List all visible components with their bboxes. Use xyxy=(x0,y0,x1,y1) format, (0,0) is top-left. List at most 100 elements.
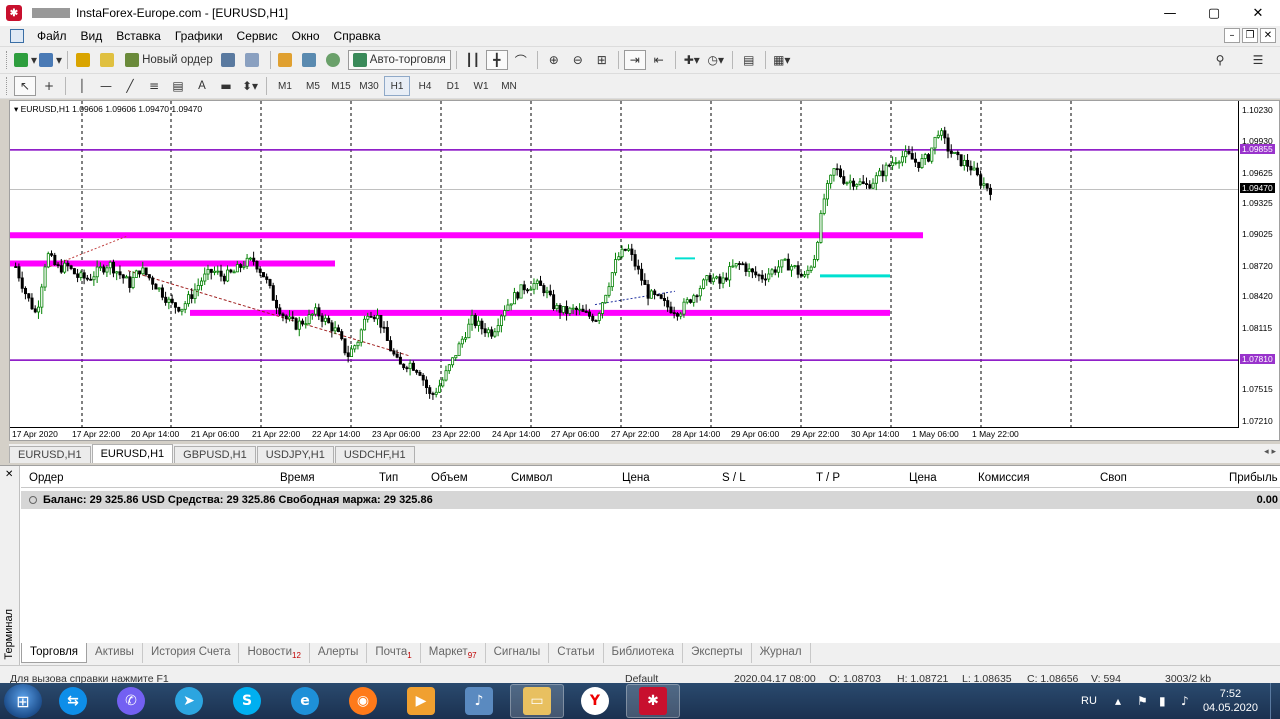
metaeditor-icon[interactable] xyxy=(276,50,298,70)
line-chart-icon[interactable]: ⌒ xyxy=(510,50,532,70)
chart-tab[interactable]: USDCHF,H1 xyxy=(334,446,415,463)
col-price-current[interactable]: Цена xyxy=(909,472,937,484)
balance-row[interactable]: Баланс: 29 325.86 USD Средства: 29 325.8… xyxy=(21,491,1280,509)
tray-expand-icon[interactable]: ▴ xyxy=(1115,694,1129,708)
volume-icon[interactable]: ♪ xyxy=(1181,694,1195,708)
close-button[interactable]: ✕ xyxy=(1236,0,1280,26)
periods-icon[interactable]: ◷▾ xyxy=(705,50,727,70)
col-price[interactable]: Цена xyxy=(622,472,650,484)
navigator-icon[interactable] xyxy=(97,50,119,70)
text-tool-button[interactable]: A xyxy=(191,76,213,96)
terminal-tab[interactable]: Алерты xyxy=(310,643,368,663)
chart-tab[interactable]: EURUSD,H1 xyxy=(9,446,91,463)
language-indicator[interactable]: RU xyxy=(1081,695,1097,707)
show-desktop-button[interactable] xyxy=(1270,683,1280,719)
firefox-icon[interactable]: ◉ xyxy=(336,684,390,718)
col-tp[interactable]: T / P xyxy=(816,472,840,484)
menu-tools[interactable]: Сервис xyxy=(230,29,285,43)
bar-chart-icon[interactable]: ┃┃ xyxy=(462,50,484,70)
volume-app-icon[interactable]: ♪ xyxy=(452,684,506,718)
tab-scroll-arrows-icon[interactable]: ◂ ▸ xyxy=(1264,447,1276,457)
menu-file[interactable]: Файл xyxy=(30,29,74,43)
media-player-icon[interactable]: ▶ xyxy=(394,684,448,718)
fibonacci-icon[interactable]: ▤ xyxy=(167,76,189,96)
new-chart-icon[interactable]: ▾ xyxy=(14,50,37,70)
flag-icon[interactable]: ⚑ xyxy=(1137,694,1151,708)
menu-charts[interactable]: Графики xyxy=(168,29,230,43)
col-order[interactable]: Ордер xyxy=(29,472,64,484)
zoom-in-icon[interactable]: ⊕ xyxy=(543,50,565,70)
terminal-tab[interactable]: Активы xyxy=(87,643,143,663)
child-window-icon[interactable] xyxy=(10,29,24,43)
period-m15[interactable]: M15 xyxy=(328,76,354,96)
label-icon[interactable]: ▬ xyxy=(215,76,237,96)
menu-view[interactable]: Вид xyxy=(74,29,110,43)
horizontal-line-icon[interactable]: — xyxy=(95,76,117,96)
market-watch-icon[interactable] xyxy=(73,50,95,70)
search-icon[interactable]: ⚲ xyxy=(1209,50,1231,70)
terminal-tab[interactable]: Новости12 xyxy=(239,643,310,663)
start-button[interactable]: ⊞ xyxy=(4,684,42,718)
autoscroll-icon[interactable]: ⇥ xyxy=(623,50,646,70)
teamviewer-icon[interactable]: ⇆ xyxy=(46,684,100,718)
terminal-tab[interactable]: Сигналы xyxy=(486,643,550,663)
terminal-tab[interactable]: Эксперты xyxy=(683,643,752,663)
objects-icon[interactable]: ▦▾ xyxy=(771,50,793,70)
time-axis[interactable]: 17 Apr 2020 17 Apr 22:00 20 Apr 14:00 21 Ap… xyxy=(10,427,1239,441)
menu-help[interactable]: Справка xyxy=(327,29,388,43)
metatrader-icon[interactable]: ✱ xyxy=(626,684,680,718)
menu-insert[interactable]: Вставка xyxy=(109,29,168,43)
menu-window[interactable]: Окно xyxy=(285,29,327,43)
period-w1[interactable]: W1 xyxy=(468,76,494,96)
telegram-icon[interactable]: ➤ xyxy=(162,684,216,718)
profiles-icon[interactable]: ▾ xyxy=(39,50,62,70)
experts-icon[interactable] xyxy=(300,50,322,70)
options-icon[interactable] xyxy=(324,50,346,70)
auto-trading-button[interactable]: Авто-торговля xyxy=(347,50,451,70)
chart-tab-active[interactable]: EURUSD,H1 xyxy=(91,444,174,463)
period-h1[interactable]: H1 xyxy=(384,76,410,96)
internet-explorer-icon[interactable]: e xyxy=(278,684,332,718)
chart-plot[interactable] xyxy=(10,101,1239,427)
col-sl[interactable]: S / L xyxy=(722,472,746,484)
trendline-icon[interactable]: ╱ xyxy=(119,76,141,96)
file-explorer-icon[interactable]: ▭ xyxy=(510,684,564,718)
period-m30[interactable]: M30 xyxy=(356,76,382,96)
chart-tab[interactable]: USDJPY,H1 xyxy=(256,446,334,463)
terminal-tab[interactable]: Почта1 xyxy=(367,643,421,663)
candlestick-icon[interactable]: ╋ xyxy=(485,50,508,70)
terminal-close-icon[interactable]: ✕ xyxy=(5,469,13,480)
period-m1[interactable]: M1 xyxy=(272,76,298,96)
period-d1[interactable]: D1 xyxy=(440,76,466,96)
channel-icon[interactable]: ≡ xyxy=(143,76,165,96)
viber-icon[interactable]: ✆ xyxy=(104,684,158,718)
terminal-tab[interactable]: Библиотека xyxy=(604,643,684,663)
col-volume[interactable]: Объем xyxy=(431,472,468,484)
chart-tab[interactable]: GBPUSD,H1 xyxy=(174,446,256,463)
child-restore-button[interactable]: ❐ xyxy=(1242,28,1258,43)
community-icon[interactable]: ☰ xyxy=(1247,50,1269,70)
vertical-line-icon[interactable]: │ xyxy=(71,76,93,96)
maximize-button[interactable]: ▢ xyxy=(1192,0,1236,26)
terminal-tab[interactable]: Маркет97 xyxy=(421,643,486,663)
col-time[interactable]: Время xyxy=(280,472,315,484)
col-symbol[interactable]: Символ xyxy=(511,472,552,484)
terminal-tab[interactable]: История Счета xyxy=(143,643,240,663)
col-type[interactable]: Тип xyxy=(379,472,398,484)
tile-windows-icon[interactable]: ⊞ xyxy=(591,50,613,70)
terminal-tab[interactable]: Статьи xyxy=(549,643,604,663)
col-commission[interactable]: Комиссия xyxy=(978,472,1030,484)
terminal-icon[interactable] xyxy=(219,50,241,70)
indicators-icon[interactable]: ✚▾ xyxy=(681,50,703,70)
col-profit[interactable]: Прибыль xyxy=(1229,472,1278,484)
period-mn[interactable]: MN xyxy=(496,76,522,96)
cursor-icon[interactable]: ↖ xyxy=(14,76,36,96)
clock[interactable]: 7:52 04.05.2020 xyxy=(1203,687,1258,715)
price-axis[interactable]: 1.10230 1.09930 1.09625 1.09325 1.09025 1.087… xyxy=(1238,101,1279,427)
network-icon[interactable]: ▮ xyxy=(1159,694,1173,708)
skype-icon[interactable]: S xyxy=(220,684,274,718)
terminal-tab[interactable]: Торговля xyxy=(21,643,88,663)
period-m5[interactable]: M5 xyxy=(300,76,326,96)
new-order-button[interactable]: Новый ордер xyxy=(121,50,217,70)
minimize-button[interactable]: — xyxy=(1148,0,1192,26)
